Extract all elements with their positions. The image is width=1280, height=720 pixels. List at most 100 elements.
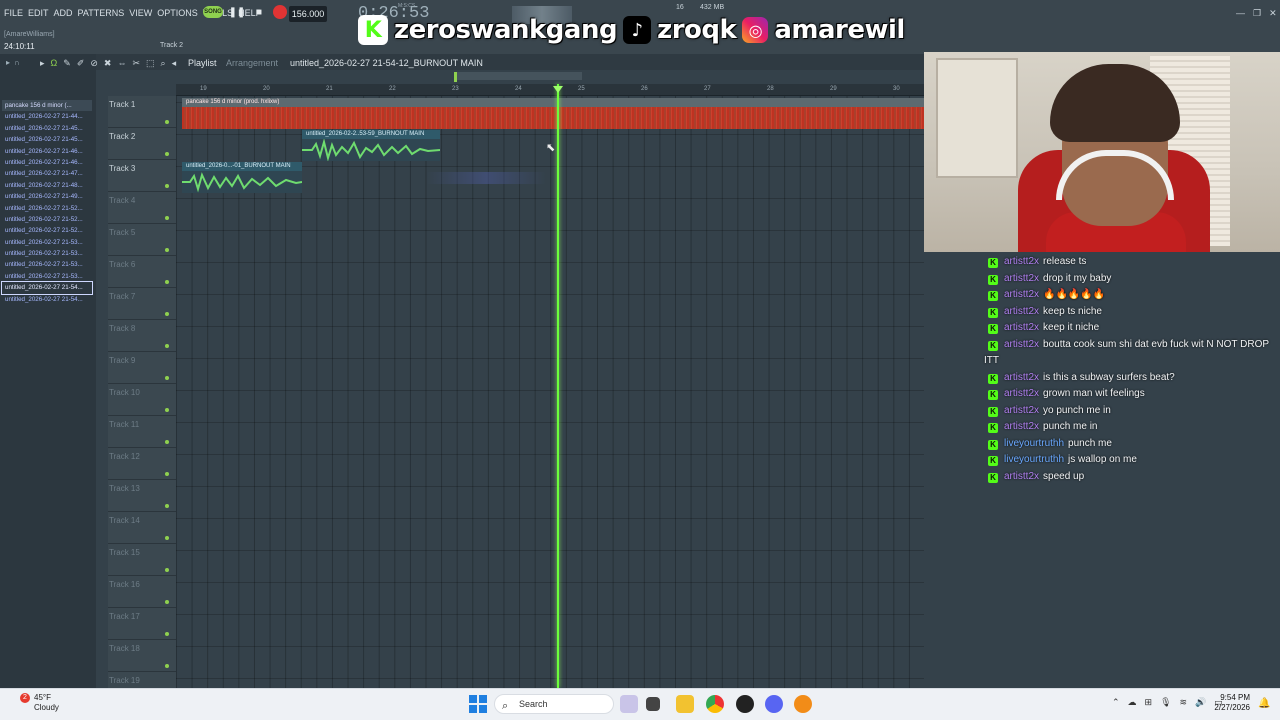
chat-username[interactable]: artistt2x: [1004, 289, 1039, 300]
chevron-up-icon[interactable]: ⌃: [1112, 697, 1120, 708]
browser-item[interactable]: untitled_2026-02-27 21-53...: [2, 237, 92, 248]
browser-item[interactable]: untitled_2026-02-27 21-53...: [2, 259, 92, 270]
browser-item[interactable]: untitled_2026-02-27 21-54...: [1, 281, 93, 295]
widgets-icon[interactable]: [620, 695, 638, 713]
chat-username[interactable]: artistt2x: [1004, 372, 1039, 383]
track-mute-led[interactable]: [165, 504, 169, 508]
play-arrow-icon[interactable]: ▸: [40, 58, 45, 69]
track-header[interactable]: Track 18: [108, 640, 176, 672]
slip-icon[interactable]: ⇔: [117, 58, 126, 69]
track-header[interactable]: Track 3: [108, 160, 176, 192]
browser-item[interactable]: untitled_2026-02-27 21-48...: [2, 180, 92, 191]
track-header[interactable]: Track 5: [108, 224, 176, 256]
playhead-marker[interactable]: [553, 86, 563, 93]
track-mute-led[interactable]: [165, 536, 169, 540]
browser-item[interactable]: untitled_2026-02-27 21-54...: [2, 294, 92, 305]
track-mute-led[interactable]: [165, 408, 169, 412]
chat-username[interactable]: artistt2x: [1004, 339, 1039, 350]
track-header[interactable]: Track 11: [108, 416, 176, 448]
track-mute-led[interactable]: [165, 312, 169, 316]
menu-view[interactable]: VIEW: [129, 8, 152, 18]
song-mode-toggle[interactable]: SONG: [203, 6, 223, 18]
track-mute-led[interactable]: [165, 248, 169, 252]
track-mute-led[interactable]: [165, 216, 169, 220]
playhead[interactable]: [557, 84, 559, 688]
pause-icon[interactable]: ❚❚: [229, 4, 246, 20]
stop-icon[interactable]: ■: [251, 4, 267, 20]
browser-item[interactable]: untitled_2026-02-27 21-44...: [2, 111, 92, 122]
browser-item[interactable]: untitled_2026-02-27 21-46...: [2, 146, 92, 157]
track-mute-led[interactable]: [165, 280, 169, 284]
track-mute-led[interactable]: [165, 664, 169, 668]
arrow-right-icon[interactable]: ▸: [6, 58, 10, 70]
track-mute-led[interactable]: [165, 568, 169, 572]
track-header[interactable]: Track 12: [108, 448, 176, 480]
discord-icon[interactable]: [765, 695, 783, 713]
windows-start-icon[interactable]: [469, 695, 487, 713]
taskbar-clock[interactable]: 9:54 PM 2/27/2026: [1212, 693, 1250, 713]
track-mute-led[interactable]: [165, 472, 169, 476]
chat-username[interactable]: artistt2x: [1004, 322, 1039, 333]
track-header[interactable]: Track 14: [108, 512, 176, 544]
volume-icon[interactable]: 🔊: [1195, 697, 1206, 708]
browser-item[interactable]: pancake 156 d minor (...: [2, 100, 92, 112]
track-header[interactable]: Track 10: [108, 384, 176, 416]
track-header[interactable]: Track 16: [108, 576, 176, 608]
pencil-icon[interactable]: ✎: [63, 58, 71, 69]
menu-patterns[interactable]: PATTERNS: [78, 8, 125, 18]
timeline-ruler[interactable]: 19 20 21 22 23 24 25 26 27 28 29 30: [176, 84, 924, 96]
terminal-icon[interactable]: [646, 697, 660, 711]
track-header[interactable]: Track 8: [108, 320, 176, 352]
file-explorer-icon[interactable]: [676, 695, 694, 713]
track-mute-led[interactable]: [165, 152, 169, 156]
chrome-icon[interactable]: [706, 695, 724, 713]
record-icon[interactable]: [273, 5, 287, 19]
audio-clip-burnout-main[interactable]: untitled_2026-02-2..53-59_BURNOUT MAIN: [302, 130, 441, 162]
menu-edit[interactable]: EDIT: [28, 8, 49, 18]
track-header[interactable]: Track 1: [108, 96, 176, 128]
mute-icon[interactable]: ✖: [104, 58, 112, 69]
browser-item[interactable]: untitled_2026-02-27 21-45...: [2, 123, 92, 134]
cloud-icon[interactable]: ☁: [1128, 697, 1137, 708]
chat-username[interactable]: artistt2x: [1004, 256, 1039, 267]
chat-username[interactable]: liveyourtruthh: [1004, 454, 1064, 465]
select-icon[interactable]: ⬚: [146, 58, 155, 69]
chat-username[interactable]: artistt2x: [1004, 273, 1039, 284]
track-header[interactable]: Track 4: [108, 192, 176, 224]
taskbar-search[interactable]: ⌕ Search: [494, 694, 614, 714]
track-header[interactable]: Track 15: [108, 544, 176, 576]
loop-marker[interactable]: [454, 72, 457, 82]
chat-username[interactable]: artistt2x: [1004, 388, 1039, 399]
notification-bell-icon[interactable]: 🔔: [1258, 698, 1270, 709]
mic-icon[interactable]: 🎙: [1160, 697, 1171, 708]
track-mute-led[interactable]: [165, 120, 169, 124]
browser-item[interactable]: untitled_2026-02-27 21-52...: [2, 225, 92, 236]
weather-widget[interactable]: 2 45°F Cloudy: [18, 693, 59, 713]
magnet-icon[interactable]: ∩: [14, 58, 20, 70]
menu-options[interactable]: OPTIONS: [157, 8, 198, 18]
track-mute-led[interactable]: [165, 184, 169, 188]
browser-item[interactable]: untitled_2026-02-27 21-49...: [2, 191, 92, 202]
restore-icon[interactable]: ❐: [1253, 8, 1261, 19]
arrangement-name[interactable]: untitled_2026-02-27 21-54-12_BURNOUT MAI…: [290, 58, 483, 68]
track-header[interactable]: Track 17: [108, 608, 176, 640]
track-mute-led[interactable]: [165, 632, 169, 636]
browser-item[interactable]: untitled_2026-02-27 21-52...: [2, 214, 92, 225]
menu-add[interactable]: ADD: [54, 8, 73, 18]
track-header[interactable]: Track 7: [108, 288, 176, 320]
chat-username[interactable]: liveyourtruthh: [1004, 438, 1064, 449]
browser-item[interactable]: untitled_2026-02-27 21-46...: [2, 157, 92, 168]
obs-icon[interactable]: [736, 695, 754, 713]
playlist-subtitle[interactable]: Arrangement: [226, 58, 278, 68]
paint-icon[interactable]: ✐: [77, 58, 85, 69]
audio-clip-burnout-main-2[interactable]: untitled_2026-0...-01_BURNOUT MAIN: [182, 162, 303, 193]
browser-item[interactable]: untitled_2026-02-27 21-45...: [2, 134, 92, 145]
browser-item[interactable]: untitled_2026-02-27 21-53...: [2, 271, 92, 282]
network-icon[interactable]: ⊞: [1145, 697, 1153, 708]
chat-username[interactable]: artistt2x: [1004, 421, 1039, 432]
audio-clip-pancake[interactable]: pancake 156 d minor (prod. hxlixw): [182, 98, 924, 129]
delete-icon[interactable]: ⊘: [90, 58, 98, 69]
menu-file[interactable]: FILE: [4, 8, 23, 18]
browser-item[interactable]: untitled_2026-02-27 21-53...: [2, 248, 92, 259]
zoom-icon[interactable]: ⌕: [161, 58, 166, 69]
